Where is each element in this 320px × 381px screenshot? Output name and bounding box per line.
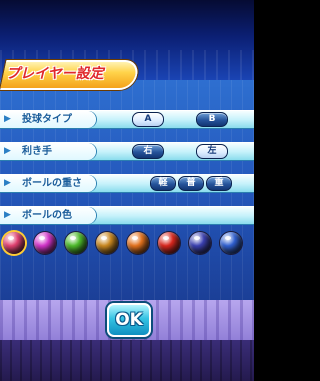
orange-ball-icon[interactable] [127,232,149,254]
background-floor [0,340,254,381]
earth-ball-icon[interactable] [220,232,242,254]
ball-color-row: ▶ ボールの色 [0,206,254,225]
galaxy-ball-icon[interactable] [189,232,211,254]
hand-row: ▶ 利き手 右 左 [0,142,254,161]
arrow-icon: ▶ [4,178,11,188]
weight-normal-button[interactable]: 普 [178,176,204,191]
red-ball-icon[interactable] [158,232,180,254]
ball-weight-row: ▶ ボールの重さ 軽 普 重 [0,174,254,193]
ok-button[interactable]: OK [107,303,151,337]
arrow-icon: ▶ [4,210,11,220]
arrow-icon: ▶ [4,114,11,124]
player-settings-screen: プレイヤー設定 ▶ 投球タイプ A B ▶ 利き手 右 左 ▶ ボールの重さ 軽… [0,0,254,381]
gold-ball-icon[interactable] [96,232,118,254]
ball-shine [70,236,76,240]
ball-color-label: ボールの色 [22,210,72,221]
green-ball-icon[interactable] [65,232,87,254]
ball-weight-label: ボールの重さ [22,178,82,189]
ball-shine [8,236,14,240]
throw-type-row: ▶ 投球タイプ A B [0,110,254,129]
hand-label: 利き手 [22,146,52,157]
weight-light-button[interactable]: 軽 [150,176,176,191]
throw-type-label: 投球タイプ [22,114,72,125]
weight-heavy-button[interactable]: 重 [206,176,232,191]
ball-shine [163,236,169,240]
page-title: プレイヤー設定 [6,66,104,82]
ball-shine [39,236,45,240]
magenta-ball-icon[interactable] [34,232,56,254]
ball-shine [132,236,138,240]
hand-right-button[interactable]: 右 [132,144,164,159]
ball-shine [194,236,200,240]
ball-shine [225,236,231,240]
throw-type-a-button[interactable]: A [132,112,164,127]
throw-type-b-button[interactable]: B [196,112,228,127]
rainbow-ball-icon[interactable] [3,232,25,254]
arrow-icon: ▶ [4,146,11,156]
ball-shine [101,236,107,240]
hand-left-button[interactable]: 左 [196,144,228,159]
